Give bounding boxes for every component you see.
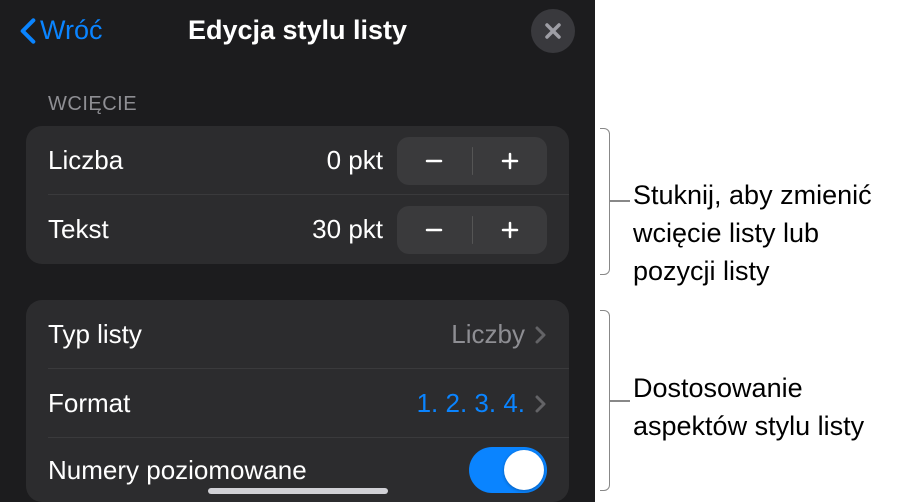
list-type-label: Typ listy: [48, 319, 142, 350]
format-row[interactable]: Format 1. 2. 3. 4.: [26, 369, 569, 438]
chevron-right-icon: [535, 394, 547, 414]
plus-icon: [498, 218, 522, 242]
list-type-value: Liczby: [451, 319, 525, 350]
back-label: Wróć: [40, 15, 103, 46]
close-icon: [543, 21, 563, 41]
tiered-numbers-label: Numery poziomowane: [48, 455, 307, 486]
number-indent-row: Liczba 0 pkt: [26, 126, 569, 195]
callout-style: Dostosowanie aspektów stylu listy: [633, 370, 890, 446]
number-indent-label: Liczba: [48, 145, 123, 176]
style-group: Typ listy Liczby Format 1. 2. 3. 4. Nume…: [26, 300, 569, 502]
indent-section-header: WCIĘCIE: [0, 61, 595, 126]
format-label: Format: [48, 388, 130, 419]
callout-line: [610, 400, 630, 402]
minus-icon: [422, 218, 446, 242]
text-indent-row: Tekst 30 pkt: [26, 195, 569, 264]
number-indent-stepper: [397, 137, 547, 185]
chevron-right-icon: [535, 325, 547, 345]
number-indent-value: 0 pkt: [327, 145, 397, 176]
text-indent-stepper: [397, 206, 547, 254]
indent-group: Liczba 0 pkt Tekst 30 pkt: [26, 126, 569, 264]
callouts-panel: Stuknij, aby zmienić wcięcie listy lub p…: [595, 0, 900, 502]
callout-indent: Stuknij, aby zmienić wcięcie listy lub p…: [633, 177, 890, 290]
format-value: 1. 2. 3. 4.: [417, 388, 525, 419]
callout-bracket: [600, 310, 610, 491]
number-indent-decrement[interactable]: [397, 137, 472, 185]
callout-bracket: [600, 128, 610, 275]
back-button[interactable]: Wróć: [20, 15, 103, 46]
list-type-row[interactable]: Typ listy Liczby: [26, 300, 569, 369]
plus-icon: [498, 149, 522, 173]
toggle-knob: [504, 450, 544, 490]
number-indent-increment[interactable]: [473, 137, 548, 185]
tiered-numbers-toggle[interactable]: [469, 447, 547, 493]
close-button[interactable]: [531, 9, 575, 53]
header-bar: Wróć Edycja stylu listy: [0, 0, 595, 61]
settings-panel: Wróć Edycja stylu listy WCIĘCIE Liczba 0…: [0, 0, 595, 502]
text-indent-value: 30 pkt: [312, 214, 397, 245]
text-indent-label: Tekst: [48, 214, 109, 245]
callout-line: [610, 200, 630, 202]
minus-icon: [422, 149, 446, 173]
text-indent-increment[interactable]: [473, 206, 548, 254]
home-indicator: [208, 488, 388, 494]
text-indent-decrement[interactable]: [397, 206, 472, 254]
back-chevron-icon: [20, 17, 36, 45]
